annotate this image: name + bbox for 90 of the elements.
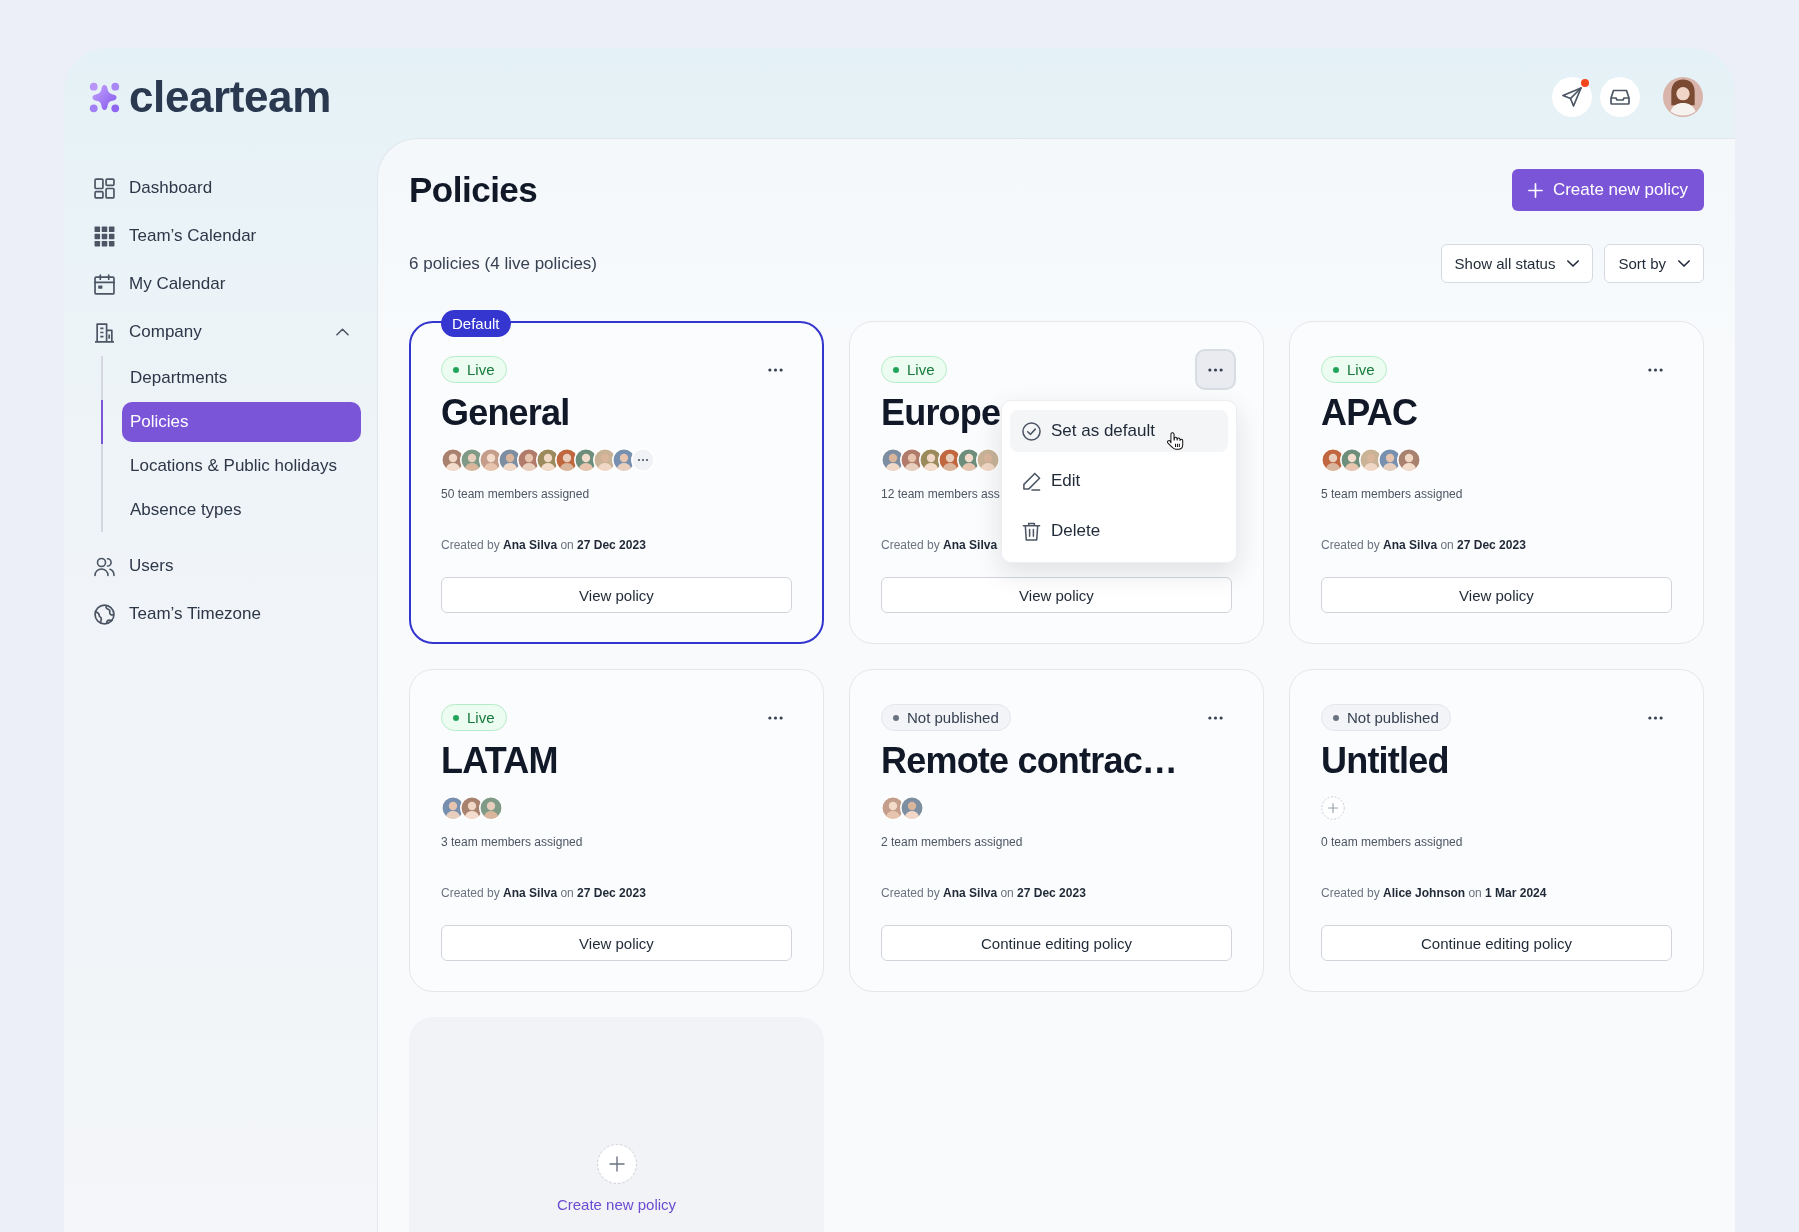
policy-action-button[interactable]: View policy (1321, 577, 1672, 613)
members-count: 3 team members assigned (441, 834, 583, 851)
policy-action-button[interactable]: Continue editing policy (1321, 925, 1672, 961)
more-icon (1208, 715, 1223, 720)
user-avatar[interactable] (1663, 77, 1703, 117)
calendar-icon (94, 273, 115, 295)
paper-plane-icon (1562, 87, 1582, 107)
members-count: 2 team members assigned (881, 834, 1023, 851)
created-info: Created by Ana Silva on 27 Dec 2023 (441, 537, 646, 554)
created-info: Created by Ana Silva on 27 Dec 2023 (441, 885, 646, 902)
inbox-button[interactable] (1600, 77, 1640, 117)
create-policy-button[interactable]: Create new policy (1511, 169, 1704, 211)
members-count: 5 team members assigned (1321, 486, 1463, 503)
person-avatar (1397, 448, 1421, 472)
status-label: Not published (1347, 709, 1439, 726)
sidebar-subitem[interactable]: Locations & Public holidays (122, 446, 361, 486)
sidebar-item[interactable]: Company (94, 308, 361, 356)
status-dot-icon (453, 714, 459, 721)
person-avatar (479, 796, 503, 820)
members-count: 12 team members ass (881, 486, 1000, 503)
menu-item[interactable]: Set as default (1010, 410, 1228, 452)
sidebar-item[interactable]: Team’s Timezone (94, 590, 361, 638)
sidebar-item[interactable]: Users (94, 542, 361, 590)
status-label: Live (467, 361, 495, 378)
check-circle-icon (1022, 421, 1041, 441)
sidebar-subitem[interactable]: Departments (122, 358, 361, 398)
policy-title: APAC (1321, 391, 1418, 435)
menu-item[interactable]: Edit (1010, 460, 1228, 502)
building-icon (94, 321, 115, 343)
more-icon (1208, 367, 1223, 372)
policy-action-button[interactable]: View policy (441, 577, 792, 613)
menu-item[interactable]: Delete (1010, 510, 1228, 552)
status-dot-icon (893, 366, 899, 373)
members-count: 50 team members assigned (441, 486, 590, 503)
sidebar-subitem[interactable]: Absence types (122, 490, 361, 530)
filter-dropdown[interactable]: Sort by (1604, 244, 1704, 283)
more-icon (1648, 715, 1663, 720)
policy-title: General (441, 391, 570, 435)
status-dot-icon (1333, 714, 1339, 721)
chevron-down-icon (1567, 260, 1580, 267)
status-label: Not published (907, 709, 999, 726)
trash-icon (1022, 521, 1041, 541)
more-icon (768, 367, 783, 372)
policy-title: LATAM (441, 739, 558, 783)
globe-icon (94, 603, 115, 625)
created-info: Created by Ana Silva on 27 Dec 2023 (881, 885, 1086, 902)
notification-dot-icon (1581, 79, 1589, 87)
plus-circle-icon (596, 1144, 637, 1184)
status-dot-icon (1333, 366, 1339, 373)
hand-cursor-icon (1166, 431, 1184, 451)
policy-count: 6 policies (4 live policies) (409, 253, 598, 274)
policy-title: Untitled (1321, 739, 1449, 783)
filter-dropdown[interactable]: Show all status (1440, 244, 1594, 283)
status-dot-icon (453, 366, 459, 373)
sidebar-item[interactable]: My Calendar (94, 260, 361, 308)
more-icon (768, 715, 783, 720)
grid-icon (94, 225, 115, 247)
plus-icon (1527, 182, 1543, 198)
more-icon (1648, 367, 1663, 372)
chevron-down-icon (1678, 260, 1690, 267)
more-button[interactable] (1195, 349, 1236, 390)
dashboard-icon (94, 177, 115, 199)
created-info: Created by Ana Silva on 27 Dec 2023 (1321, 537, 1526, 554)
created-info: Created by Ana Silva (881, 537, 998, 554)
policy-title: Remote contrac… (881, 739, 1178, 783)
logo-icon (89, 81, 120, 113)
page-title: Policies (409, 169, 538, 211)
sidebar-item[interactable]: Team’s Calendar (94, 212, 361, 260)
policy-action-button[interactable]: Continue editing policy (881, 925, 1232, 961)
pencil-icon (1022, 471, 1041, 491)
members-count: 0 team members assigned (1321, 834, 1463, 851)
policy-title: Europe (881, 391, 1001, 435)
status-label: Live (467, 709, 495, 726)
brand-name: clearteam (129, 75, 331, 119)
status-label: Live (1347, 361, 1375, 378)
sidebar-item[interactable]: Dashboard (94, 164, 361, 212)
send-button[interactable] (1552, 77, 1592, 117)
status-label: Live (907, 361, 935, 378)
status-dot-icon (893, 714, 899, 721)
add-member-icon[interactable] (1321, 796, 1345, 820)
inbox-icon (1610, 87, 1630, 107)
default-badge: Default (441, 310, 511, 337)
person-avatar (900, 796, 924, 820)
new-policy-card[interactable]: Create new policy (409, 1017, 824, 1232)
created-info: Created by Alice Johnson on 1 Mar 2024 (1321, 885, 1547, 902)
policy-action-button[interactable]: View policy (441, 925, 792, 961)
users-icon (94, 555, 115, 577)
more-members-icon[interactable] (631, 448, 655, 472)
policy-action-button[interactable]: View policy (881, 577, 1232, 613)
sidebar-subitem[interactable]: Policies (122, 402, 361, 442)
